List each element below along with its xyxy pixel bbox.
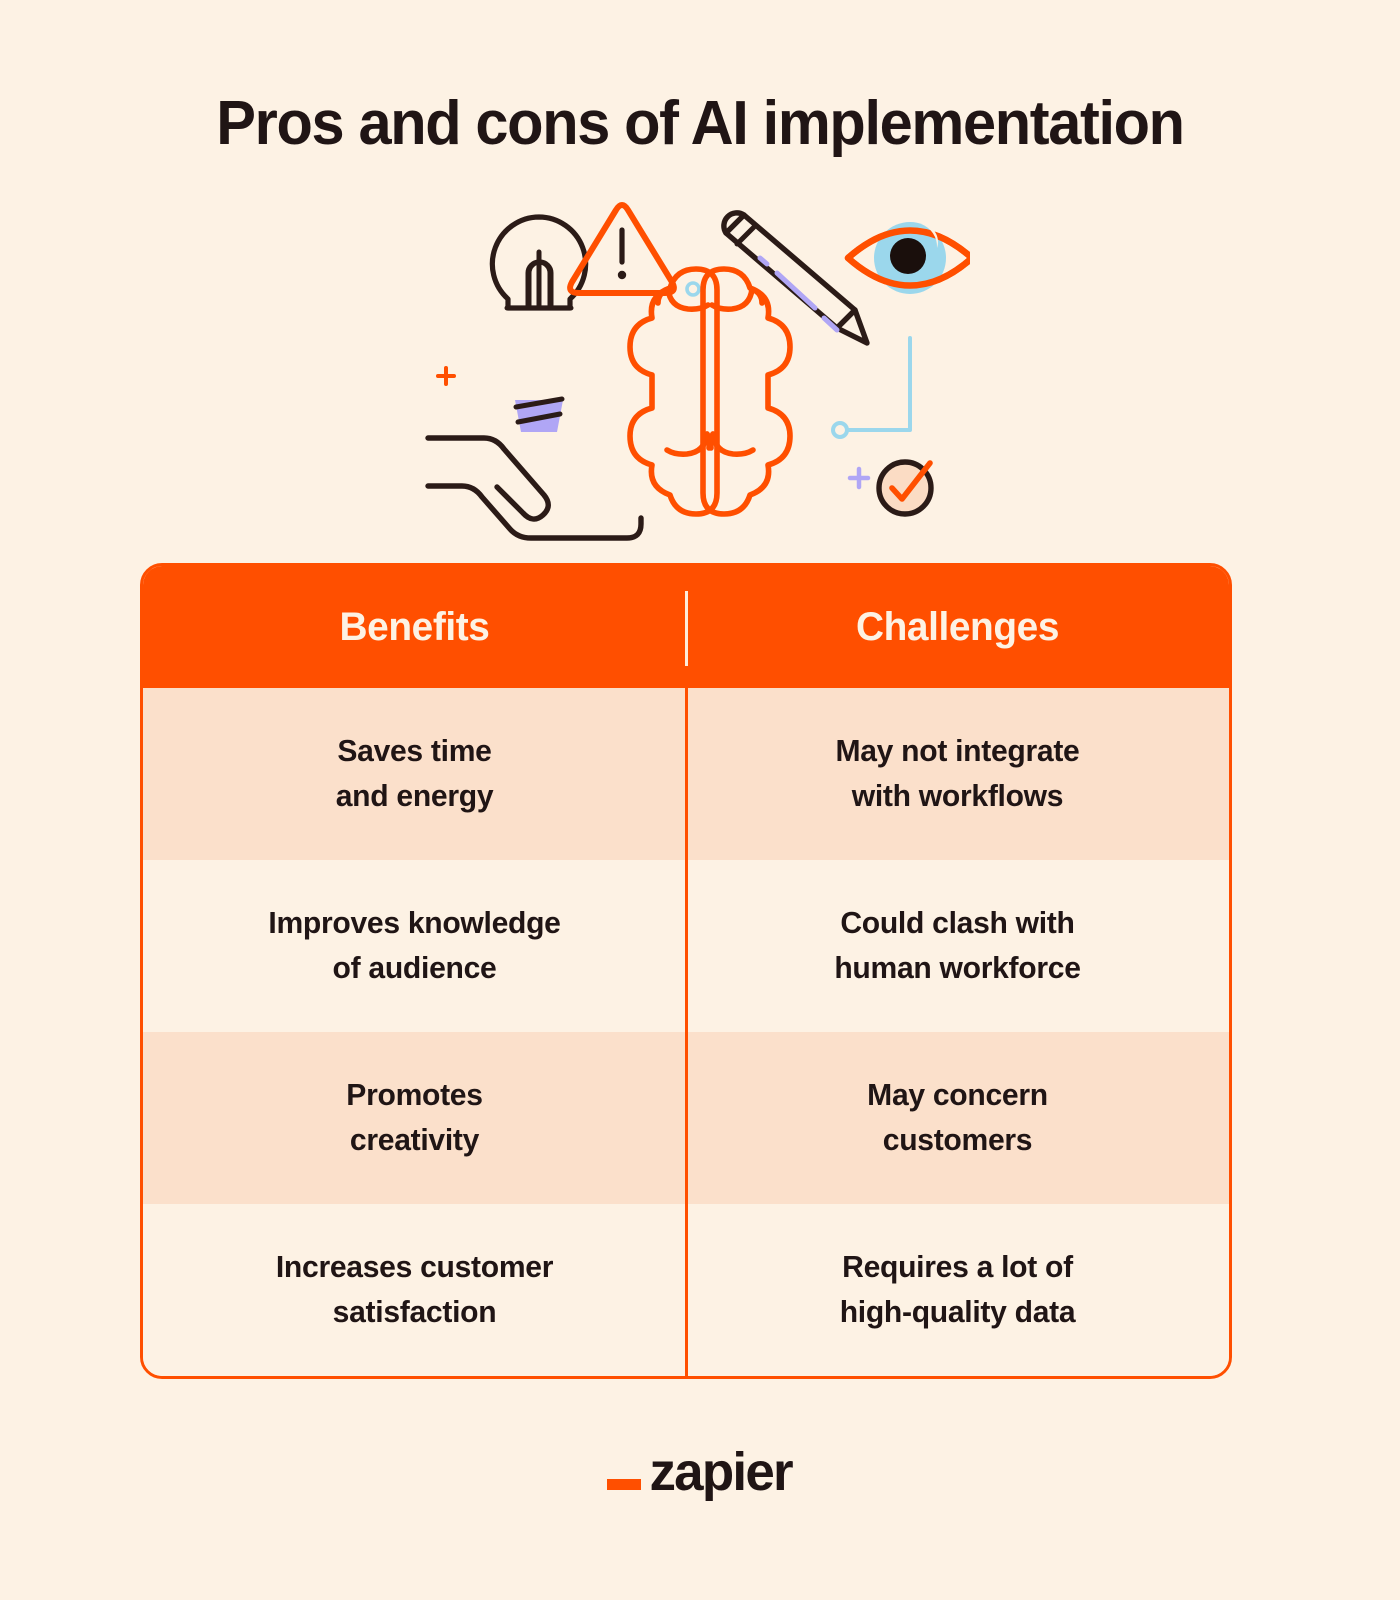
ai-brain-illustration [400,190,970,550]
table-header-row: Benefits Challenges [143,566,1229,688]
infographic-page: Pros and cons of AI implementation Benef… [0,0,1400,1600]
plus-orange-decoration [436,366,456,386]
hand-icon [425,435,644,541]
challenge-cell: Requires a lot of high-quality data [839,1249,1076,1329]
benefit-cell: Promotes creativity [346,1077,483,1157]
page-title: Pros and cons of AI implementation [216,89,1185,158]
zapier-logo: zapier [0,1442,1400,1502]
brain-icon [627,266,793,517]
plus-purple-decoration [847,466,871,490]
challenge-cell: May not integrate with workflows [835,733,1080,813]
column-header-benefits: Benefits [339,604,490,649]
column-header-challenges: Challenges [855,604,1060,649]
lightbulb-icon [489,214,589,432]
zapier-wordmark: zapier [649,1442,793,1502]
benefit-cell: Increases customer satisfaction [275,1249,554,1329]
zapier-underscore-mark [606,1478,641,1490]
body-column-divider [684,688,688,1376]
challenge-cell: May concern customers [867,1077,1048,1157]
eye-icon [844,222,970,294]
checkmark-circle-icon [876,459,934,517]
table-body: Saves time and energy May not integrate … [143,688,1229,1376]
challenge-cell: Could clash with human workforce [834,905,1081,985]
comparison-table: Benefits Challenges Saves time and energ… [140,563,1232,1379]
benefit-cell: Improves knowledge of audience [268,905,561,985]
benefit-cell: Saves time and energy [335,733,494,813]
connector-line-blue [831,336,912,439]
header-column-divider [684,591,688,666]
circle-blue-decoration [685,281,701,297]
